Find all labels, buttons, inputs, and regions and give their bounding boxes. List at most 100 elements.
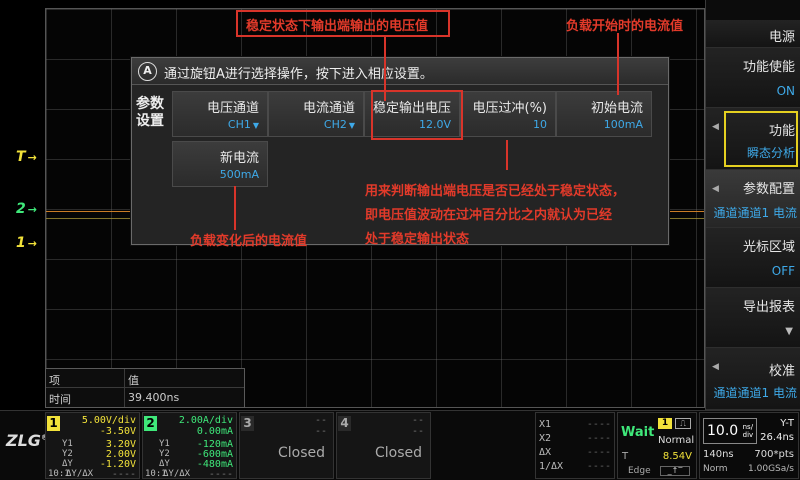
timebase-scale[interactable]: 10.0 ns/div (703, 418, 757, 444)
cursor-value: ---- (586, 447, 611, 458)
dropdown-arrow-icon: ▼ (348, 121, 355, 130)
annotation-initial-current: 负载开始时的电流值 (566, 19, 684, 34)
ch3-status: Closed (277, 445, 325, 461)
ch2-y2-label: Y2 (159, 449, 170, 459)
row-value: 39.400ns (128, 391, 180, 404)
ch1-badge: 1 (47, 416, 60, 431)
menu-header: 电源 (706, 20, 800, 48)
cursor-value: ---- (586, 433, 611, 444)
ch1-offset-marker[interactable]: 1 → (16, 235, 37, 251)
ch1-y1-label: Y1 (62, 439, 73, 449)
brand-logo: ZLG® (6, 431, 48, 450)
dialog-header: A 通过旋钮A进行选择操作，按下进入相应设置。 (132, 58, 668, 85)
trigger-level-marker[interactable]: T → (16, 149, 37, 165)
ch2-panel[interactable]: 2 2.00A/div 0.00mA Y1 -120mA Y2 -600mA Δ… (142, 412, 237, 480)
menu-item-export-report[interactable]: 导出报表 ▼ (706, 288, 800, 348)
annotation-box-stable-voltage (371, 90, 463, 140)
trigger-level-label: T (622, 451, 629, 462)
arrow-right-icon: → (27, 203, 37, 216)
trigger-type: Edge (628, 466, 651, 476)
cursor-label: X2 (539, 433, 552, 444)
param-label: 初始电流 (590, 101, 643, 116)
param-initial-current[interactable]: 初始电流 100mA (556, 91, 652, 137)
acquisition-mode: Norm (703, 464, 728, 474)
trigger-level: 8.54V (662, 451, 692, 462)
dropdown-arrow-icon: ▼ (252, 121, 259, 130)
cursor-x1: X1 ---- (539, 419, 613, 432)
param-value-wrap: CH2 ▼ (324, 118, 355, 131)
ch1-y2-label: Y2 (62, 449, 73, 459)
annotation-overshoot-3: 处于稳定输出状态 (365, 232, 470, 247)
ch2-dydx: ---- (208, 469, 233, 480)
ch4-panel[interactable]: 4 -- -- Closed (336, 412, 431, 479)
trigger-panel[interactable]: Wait 1 ⎍ Normal T 8.54V Edge _↑‾ (617, 412, 697, 479)
ch4-dash: -- (411, 426, 424, 437)
trigger-source: 1 (658, 418, 672, 429)
ch1-panel[interactable]: 1 5.00V/div -3.50V Y1 3.20V Y2 2.00V ΔY … (45, 412, 140, 480)
ch2-dy-label: ΔY (159, 459, 170, 469)
ch1-dydx: ---- (111, 469, 136, 480)
cursor-label: 1/ΔX (539, 461, 564, 472)
table-row: 时间 39.400ns (46, 388, 244, 407)
chevron-down-icon: ▼ (785, 326, 793, 337)
status-bar: ZLG® 1 5.00V/div -3.50V Y1 3.20V Y2 2.00… (0, 410, 800, 480)
dialog-hint: 通过旋钮A进行选择操作，按下进入相应设置。 (164, 67, 433, 82)
params-section-label: 参数设置 (136, 96, 164, 129)
param-value: 100mA (603, 118, 643, 131)
param-label: 电压通道 (206, 101, 259, 116)
trigger-mode: Normal (658, 435, 695, 446)
measurement-table: 项 值 时间 39.400ns (45, 368, 245, 408)
memory-depth: 700*pts (754, 449, 794, 460)
annotation-overshoot-2: 即电压值波动在过冲百分比之内就认为已经 (365, 208, 613, 223)
arrow-left-icon: ◀ (712, 362, 719, 372)
timebase-unit: ns/div (743, 423, 754, 439)
param-value: CH1 (227, 118, 251, 131)
param-voltage-overshoot[interactable]: 电压过冲(%) 10 (460, 91, 556, 137)
column-header-value: 值 (128, 374, 139, 387)
ch3-dash: -- (314, 415, 327, 426)
ch3-badge: 3 (241, 416, 254, 431)
cursor-value: ---- (586, 419, 611, 430)
annotation-line (506, 140, 508, 170)
ch2-offset-marker[interactable]: 2 → (16, 201, 37, 217)
timebase-panel[interactable]: 10.0 ns/div Y-T 26.4ns 140ns 700*pts Nor… (699, 412, 799, 479)
annotation-new-current: 负载变化后的电流值 (190, 234, 308, 249)
param-value: 500mA (219, 168, 259, 181)
menu-item-value: 通道通道1 电流 (713, 386, 797, 400)
cursor-value: ---- (586, 461, 611, 472)
side-menu: 电源 功能使能 ON ◀ 功能 瞬态分析 ◀ 参数配置 通道通道1 电流 光标区… (705, 0, 800, 410)
ch2-marker-label: 2 (16, 201, 26, 217)
param-voltage-channel[interactable]: 电压通道 CH1 ▼ (172, 91, 268, 137)
ch1-dydx-label: ΔY/ΔX (66, 469, 94, 479)
timebase-unit-bottom: div (742, 431, 754, 439)
ch1-marker-label: 1 (16, 235, 26, 251)
column-header-item: 项 (49, 374, 60, 387)
cursor-readout[interactable]: X1 ---- X2 ---- ΔX ---- 1/ΔX ---- (535, 412, 615, 479)
timebase-unit-top: ns/ (742, 423, 754, 431)
trigger-state: Wait (621, 425, 655, 440)
menu-item-label: 导出报表 (742, 300, 795, 315)
menu-item-value: OFF (771, 264, 795, 278)
logo-text: ZLG (6, 431, 41, 450)
param-value-wrap: CH1 ▼ (228, 118, 259, 131)
cursor-label: X1 (539, 419, 552, 430)
ch1-offset: -3.50V (99, 426, 136, 437)
table-header: 项 值 (46, 369, 244, 388)
menu-item-calibrate[interactable]: ◀ 校准 通道通道1 电流 (706, 348, 800, 410)
menu-item-cursor-region[interactable]: 光标区域 OFF (706, 228, 800, 288)
horizontal-position: 140ns (703, 449, 734, 460)
menu-item-value: 通道通道1 电流 (713, 206, 797, 220)
param-new-current[interactable]: 新电流 500mA (172, 141, 268, 187)
ch3-dash: -- (314, 426, 327, 437)
ch3-panel[interactable]: 3 -- -- Closed (239, 412, 334, 479)
menu-item-value: ON (776, 84, 795, 98)
annotation-line (617, 33, 619, 95)
ch4-status: Closed (374, 445, 422, 461)
param-current-channel[interactable]: 电流通道 CH2 ▼ (268, 91, 364, 137)
param-label: 电压过冲(%) (472, 101, 548, 116)
menu-item-function-enable[interactable]: 功能使能 ON (706, 48, 800, 108)
ch4-badge: 4 (338, 416, 351, 431)
menu-item-function[interactable]: ◀ 功能 瞬态分析 (706, 108, 800, 170)
ch4-dash: -- (411, 415, 424, 426)
menu-item-param-config[interactable]: ◀ 参数配置 通道通道1 电流 (706, 170, 800, 228)
